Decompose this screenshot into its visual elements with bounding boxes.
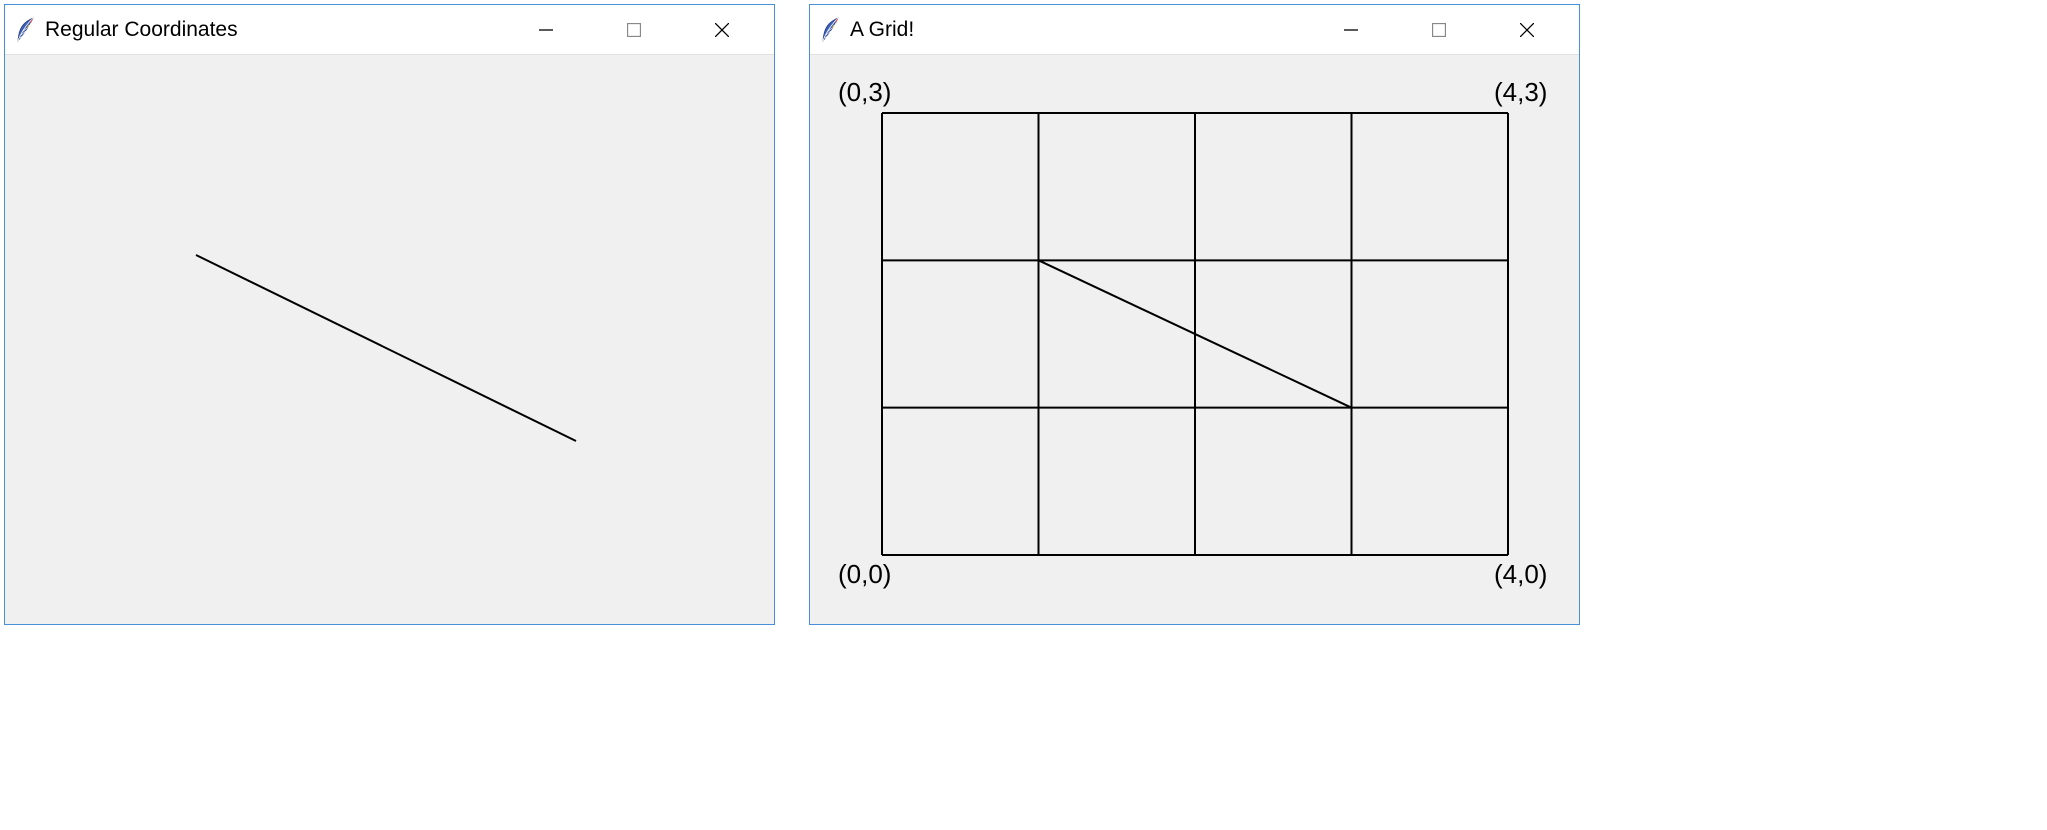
grid-label-bottom-right: (4,0)	[1494, 559, 1547, 590]
minimize-button[interactable]	[1307, 6, 1395, 54]
titlebar[interactable]: Regular Coordinates	[5, 5, 774, 55]
canvas-area: (0,3) (4,3) (0,0) (4,0)	[810, 55, 1579, 624]
window-controls	[1307, 6, 1571, 54]
canvas-svg	[5, 55, 774, 624]
app-feather-icon	[820, 17, 840, 43]
grid-label-bottom-left: (0,0)	[838, 559, 891, 590]
maximize-button[interactable]	[590, 6, 678, 54]
canvas-svg	[810, 55, 1579, 624]
grid-label-top-left: (0,3)	[838, 77, 891, 108]
window-regular-coordinates: Regular Coordinates	[4, 4, 775, 625]
window-title: Regular Coordinates	[45, 18, 502, 42]
window-title: A Grid!	[850, 18, 1307, 42]
titlebar[interactable]: A Grid!	[810, 5, 1579, 55]
window-a-grid: A Grid! (0,3) (4,3) (0,0) (4,0)	[809, 4, 1580, 625]
arrow-line	[196, 255, 576, 441]
window-controls	[502, 6, 766, 54]
maximize-button[interactable]	[1395, 6, 1483, 54]
minimize-button[interactable]	[502, 6, 590, 54]
close-button[interactable]	[678, 6, 766, 54]
app-feather-icon	[15, 17, 35, 43]
close-button[interactable]	[1483, 6, 1571, 54]
grid-label-top-right: (4,3)	[1494, 77, 1547, 108]
canvas-area	[5, 55, 774, 624]
